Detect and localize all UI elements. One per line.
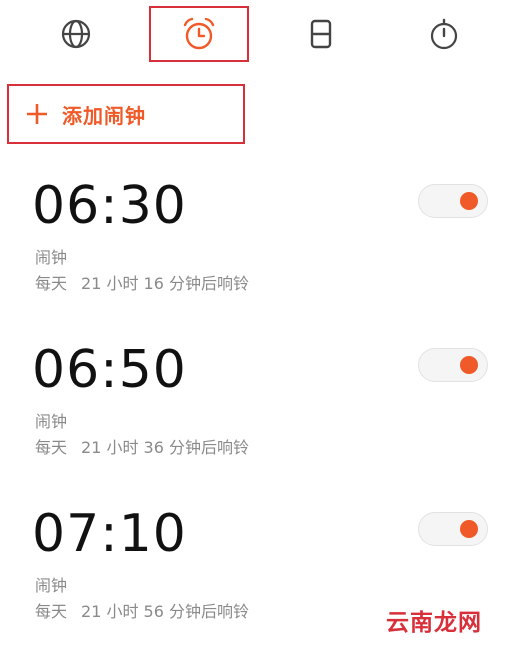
alarm-item[interactable]: 06:50 闹钟 每天 21 小时 36 分钟后响铃 <box>0 340 520 480</box>
hourglass-icon <box>310 19 332 49</box>
alarm-name: 闹钟 <box>35 412 68 431</box>
add-alarm-label: 添加闹钟 <box>62 103 146 128</box>
alarm-name: 闹钟 <box>35 576 68 595</box>
tab-alarm[interactable] <box>149 6 249 62</box>
alarm-countdown: 21 小时 56 分钟后响铃 <box>81 602 249 621</box>
tab-stopwatch[interactable] <box>394 6 494 62</box>
alarm-toggle[interactable] <box>418 348 488 382</box>
alarm-repeat: 每天 <box>35 274 68 293</box>
watermark: 云南龙网 <box>386 609 482 636</box>
tab-world-clock[interactable] <box>26 6 126 62</box>
alarm-detail: 每天 21 小时 16 分钟后响铃 <box>35 270 263 294</box>
stopwatch-icon <box>430 18 458 50</box>
alarm-time: 06:50 <box>32 340 187 400</box>
alarm-clock-icon <box>183 17 215 50</box>
alarm-detail: 每天 21 小时 56 分钟后响铃 <box>35 598 263 622</box>
add-alarm-button[interactable]: 添加闹钟 <box>7 84 245 144</box>
alarm-time: 06:30 <box>32 176 187 236</box>
alarm-countdown: 21 小时 16 分钟后响铃 <box>81 274 249 293</box>
globe-icon <box>61 19 91 49</box>
alarm-countdown: 21 小时 36 分钟后响铃 <box>81 438 249 457</box>
plus-icon <box>27 104 47 124</box>
alarm-toggle[interactable] <box>418 512 488 546</box>
alarm-detail: 每天 21 小时 36 分钟后响铃 <box>35 434 263 458</box>
alarm-repeat: 每天 <box>35 438 68 457</box>
alarm-time: 07:10 <box>32 504 187 564</box>
alarm-item[interactable]: 06:30 闹钟 每天 21 小时 16 分钟后响铃 <box>0 176 520 316</box>
alarm-repeat: 每天 <box>35 602 68 621</box>
alarm-name: 闹钟 <box>35 248 68 267</box>
toggle-knob <box>460 520 478 538</box>
toggle-knob <box>460 356 478 374</box>
tab-timer[interactable] <box>271 6 371 62</box>
top-tab-bar <box>0 0 520 66</box>
alarm-toggle[interactable] <box>418 184 488 218</box>
toggle-knob <box>460 192 478 210</box>
